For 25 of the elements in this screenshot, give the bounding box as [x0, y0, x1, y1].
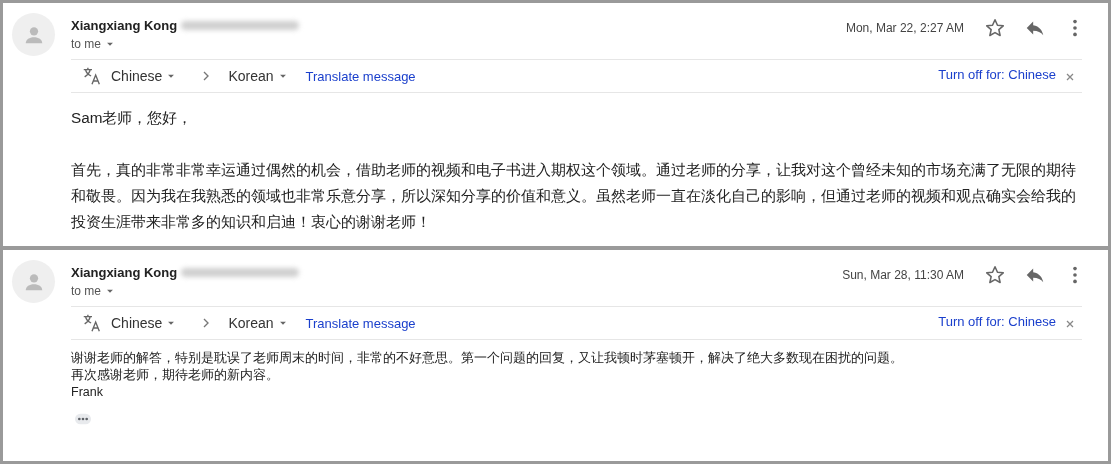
star-icon[interactable] — [984, 17, 1006, 39]
body-text: 谢谢老师的解答，特别是耽误了老师周末的时间，非常的不好意思。第一个问题的回复，又让我顿时茅塞顿开，解决了绝大多数现在困扰的问题。 — [71, 350, 904, 367]
translate-link[interactable]: Translate message — [305, 68, 416, 84]
turn-off-link[interactable]: Turn off for: Chinese — [938, 66, 1056, 82]
body-text: Frank — [71, 384, 104, 401]
target-language-dropdown[interactable]: Korean — [228, 68, 290, 84]
source-language-dropdown[interactable]: Chinese — [111, 68, 179, 84]
turn-off-link[interactable]: Turn off for: Chinese — [938, 313, 1056, 329]
recipient-dropdown[interactable]: to me — [71, 37, 300, 51]
close-icon[interactable] — [1064, 318, 1076, 330]
close-icon[interactable] — [1064, 71, 1076, 83]
sender-name: Xiangxiang Kong — [71, 18, 178, 33]
recipient-dropdown[interactable]: to me — [71, 284, 300, 298]
sender-name: Xiangxiang Kong — [71, 265, 178, 280]
star-icon[interactable] — [984, 264, 1006, 286]
body-text: Sam老师，您好， — [71, 108, 194, 128]
translate-link[interactable]: Translate message — [305, 315, 416, 331]
translate-icon — [81, 312, 103, 334]
body-text: 首先，真的非常非常幸运通过偶然的机会，借助老师的视频和电子书进入期权这个领域。通过老师的分享，让我对这个曾经未知的市场充满了无限的期待和敬畏。因为我在我熟悉的领域也非常乐意分享，所以深知分享的价值和意义。虽然老师一直在淡化自己的影响，但通过老师的视频和观点确实会给我的投资生涯带来非常多的知识和启迪！衷心的谢谢老师！ — [71, 160, 1077, 232]
translate-icon — [81, 65, 103, 87]
message-date: Sun, Mar 28, 11:30 AM — [842, 268, 964, 282]
message-date: Mon, Mar 22, 2:27 AM — [845, 21, 964, 35]
target-language-dropdown[interactable]: Korean — [228, 315, 290, 331]
source-language-dropdown[interactable]: Chinese — [111, 315, 179, 331]
body-text: 再次感谢老师，期待老师的新内容。 — [71, 367, 280, 384]
